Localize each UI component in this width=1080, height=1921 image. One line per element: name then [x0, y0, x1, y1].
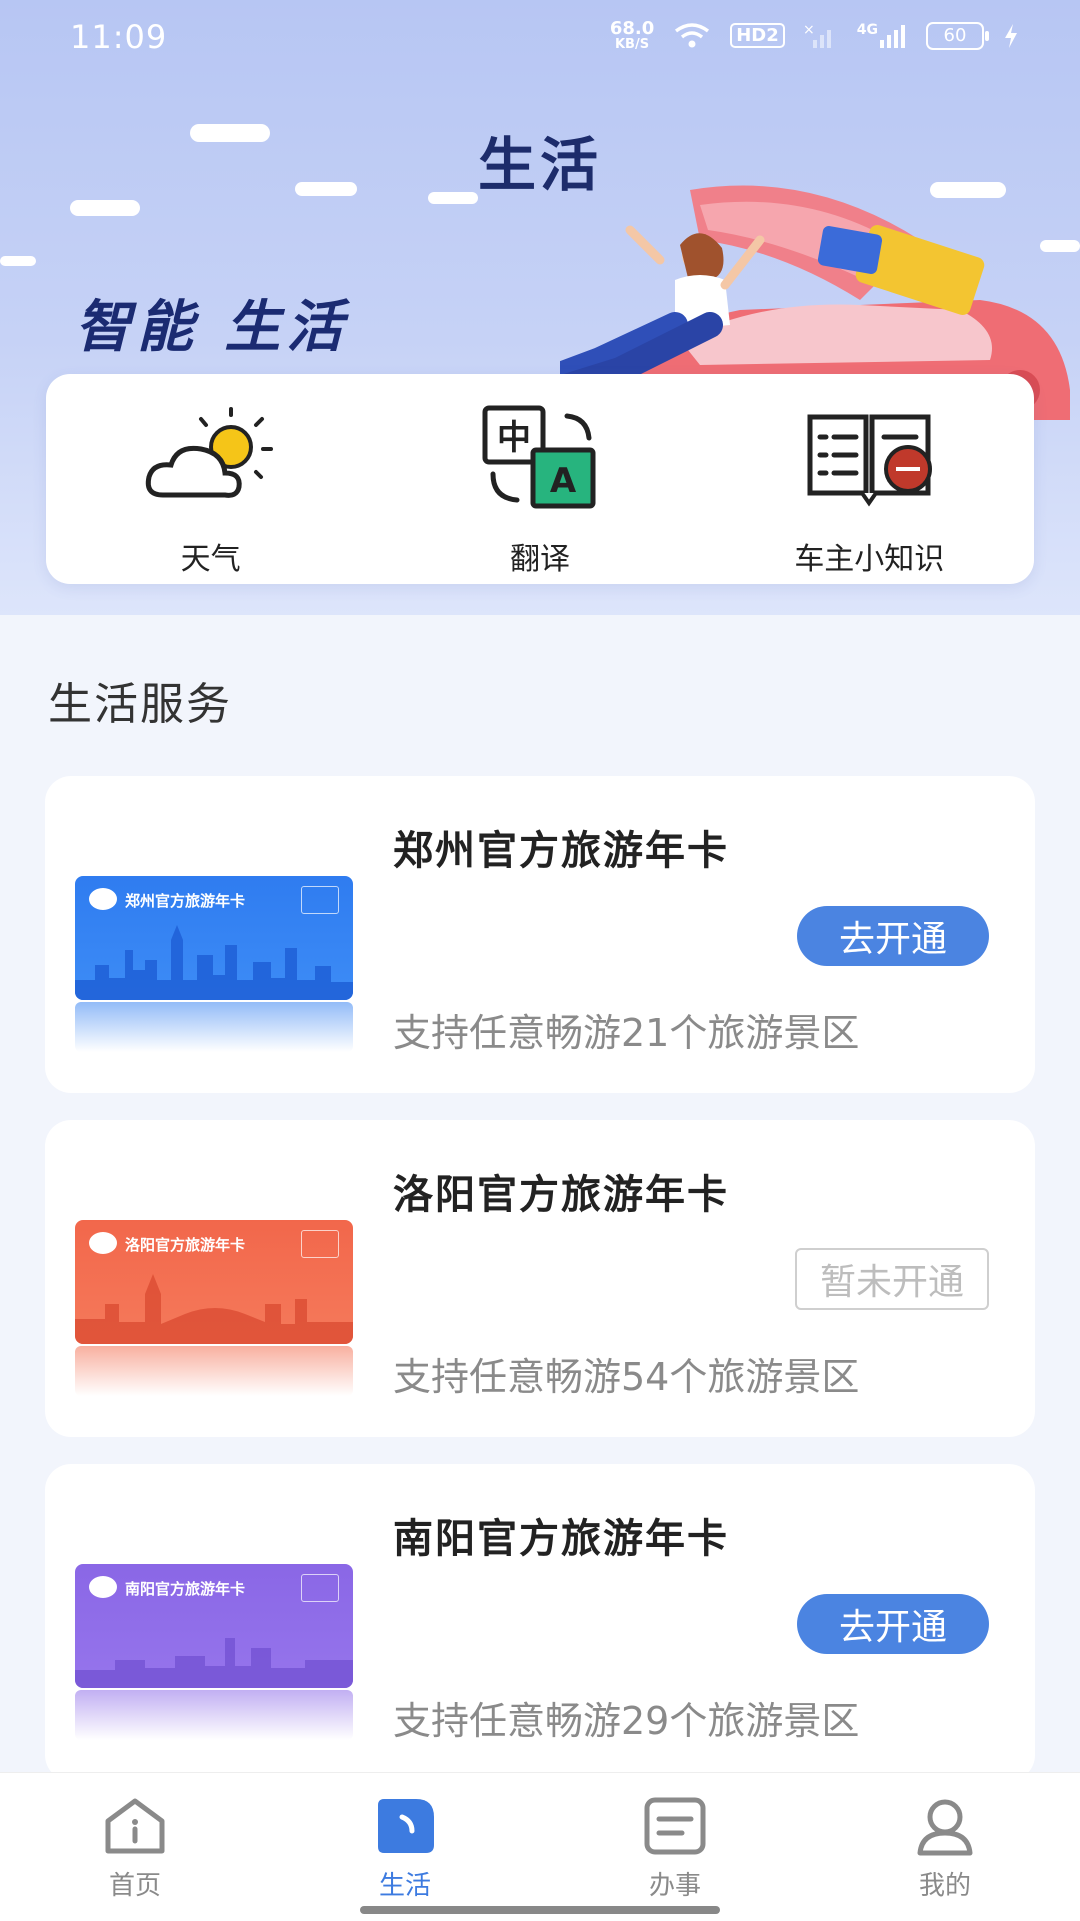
nav-tasks-label: 办事 — [648, 1871, 701, 1901]
card-nanyang[interactable]: 南阳官方旅游年卡 南阳官方旅游年卡 去开通 支持任意畅游29个旅游景区 — [45, 1464, 1035, 1781]
card-image-title: 南阳官方旅游年卡 — [125, 1580, 246, 1598]
card-title: 南阳官方旅游年卡 — [393, 1516, 729, 1562]
network-speed-value: 68.0 — [609, 18, 655, 39]
tool-translate-label: 翻译 — [509, 542, 570, 577]
card-image-reflection — [75, 1690, 353, 1740]
network-type: 4G — [857, 22, 908, 50]
cloud-decoration — [0, 256, 36, 266]
book-icon — [799, 402, 939, 512]
home-icon — [105, 1798, 165, 1854]
svg-text:A: A — [550, 461, 577, 501]
charging-icon — [1005, 23, 1017, 48]
city-logo — [89, 888, 117, 910]
wifi-icon — [675, 22, 710, 47]
skyline-illustration — [75, 925, 353, 1000]
card-description: 支持任意畅游54个旅游景区 — [393, 1355, 860, 1399]
tool-weather-label: 天气 — [180, 542, 241, 577]
tool-translate[interactable]: 中 A 翻译 — [375, 374, 704, 584]
section-title: 生活服务 — [48, 679, 232, 730]
card-image: 郑州官方旅游年卡 — [75, 876, 353, 1000]
battery-level: 60 — [943, 25, 967, 46]
card-description: 支持任意畅游21个旅游景区 — [393, 1011, 860, 1055]
status-time: 11:09 — [70, 18, 168, 56]
tool-car-tips[interactable]: 车主小知识 — [705, 374, 1034, 584]
bottom-navigation: 首页 生活 办事 我的 — [0, 1772, 1080, 1921]
status-indicators: 68.0 KB/S HD2 × 4G 60 — [610, 20, 1020, 51]
network-speed: 68.0 KB/S — [609, 18, 655, 52]
nav-home-label: 首页 — [108, 1871, 161, 1901]
not-available-button: 暂未开通 — [795, 1248, 989, 1310]
network-type-label: 4G — [856, 21, 878, 38]
city-logo — [89, 1576, 117, 1598]
card-image-tag — [301, 1574, 339, 1602]
nav-profile-label: 我的 — [918, 1871, 971, 1901]
card-image-reflection — [75, 1002, 353, 1052]
nav-home[interactable]: 首页 — [0, 1773, 270, 1921]
activate-button[interactable]: 去开通 — [797, 906, 989, 966]
card-title: 洛阳官方旅游年卡 — [393, 1172, 729, 1218]
nav-life[interactable]: 生活 — [270, 1773, 540, 1921]
nav-profile[interactable]: 我的 — [810, 1773, 1080, 1921]
hero-slogan: 智能 生活 — [75, 295, 349, 360]
svg-text:×: × — [803, 22, 815, 38]
card-image-tag — [301, 1230, 339, 1258]
city-logo — [89, 1232, 117, 1254]
cloud-decoration — [70, 200, 140, 216]
profile-icon — [917, 1799, 973, 1856]
status-bar: 11:09 68.0 KB/S HD2 × 4G 60 — [0, 0, 1080, 80]
card-image-tag — [301, 886, 339, 914]
network-speed-unit: KB/S — [614, 37, 650, 52]
tool-weather[interactable]: 天气 — [46, 374, 375, 584]
nav-tasks[interactable]: 办事 — [540, 1773, 810, 1921]
signal-2-icon — [880, 24, 905, 48]
card-image-title: 郑州官方旅游年卡 — [125, 892, 246, 910]
card-image-title: 洛阳官方旅游年卡 — [125, 1236, 246, 1254]
home-indicator[interactable] — [360, 1906, 720, 1914]
weather-icon — [141, 402, 281, 512]
svg-text:中: 中 — [497, 418, 531, 458]
card-image-reflection — [75, 1346, 353, 1396]
translate-icon: 中 A — [470, 402, 610, 512]
card-image: 洛阳官方旅游年卡 — [75, 1220, 353, 1344]
hd-badge: HD2 — [730, 23, 785, 48]
life-icon — [378, 1799, 434, 1853]
tasks-icon — [644, 1797, 706, 1855]
card-image: 南阳官方旅游年卡 — [75, 1564, 353, 1688]
card-description: 支持任意畅游29个旅游景区 — [393, 1699, 860, 1743]
skyline-illustration — [75, 1638, 353, 1688]
battery-indicator: 60 — [926, 21, 989, 50]
activate-button[interactable]: 去开通 — [797, 1594, 989, 1654]
card-zhengzhou[interactable]: 郑州官方旅游年卡 郑州官方旅游年卡 去开通 支持任意畅游21个旅游景区 — [45, 776, 1035, 1093]
card-title: 郑州官方旅游年卡 — [393, 828, 729, 874]
nav-life-label: 生活 — [378, 1871, 431, 1901]
signal-1-icon: × — [803, 22, 831, 48]
quick-tools: 天气 中 A 翻译 车主小知识 — [46, 374, 1034, 584]
card-luoyang[interactable]: 洛阳官方旅游年卡 洛阳官方旅游年卡 暂未开通 支持任意畅游54个旅游景区 — [45, 1120, 1035, 1437]
skyline-illustration — [75, 1274, 353, 1344]
tool-car-tips-label: 车主小知识 — [794, 542, 945, 577]
